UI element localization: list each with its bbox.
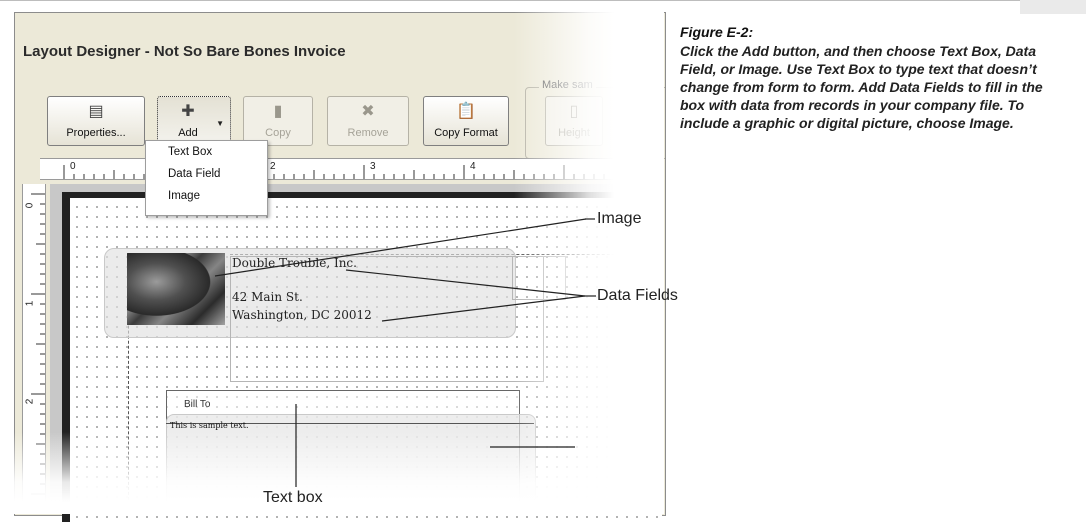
page-border-left	[62, 192, 70, 522]
address-line1-field[interactable]: 42 Main St.	[232, 290, 303, 304]
properties-button[interactable]: ▤ Properties...	[47, 96, 145, 146]
callout-data-fields: Data Fields	[597, 287, 678, 304]
horizontal-ruler: 0 1 2 3 4	[40, 158, 685, 180]
copy-format-button[interactable]: 📋 Copy Format	[423, 96, 509, 146]
callout-text-box: Text box	[263, 489, 323, 506]
bill-to-label[interactable]: Bill To	[184, 399, 211, 410]
height-icon: ▯	[569, 103, 579, 120]
add-button[interactable]: ✚ ▼ Add	[157, 96, 231, 146]
menu-item-data-field[interactable]: Data Field	[168, 168, 220, 180]
ruler-mark-0: 0	[70, 161, 76, 172]
remove-x-icon: ✖	[361, 103, 375, 120]
window-title: Layout Designer - Not So Bare Bones Invo…	[23, 43, 346, 60]
sample-text-box[interactable]: This is sample text.	[170, 421, 249, 430]
copy-icon: ▮	[273, 103, 283, 120]
copy-button[interactable]: ▮ Copy	[243, 96, 313, 146]
remove-button[interactable]: ✖ Remove	[327, 96, 409, 146]
ruler-mark-4: 4	[470, 161, 476, 172]
address-line2-field[interactable]: Washington, DC 20012	[232, 308, 372, 322]
make-same-caption: Make sam	[539, 79, 596, 91]
ruler-mark-2: 2	[270, 161, 276, 172]
properties-icon: ▤	[88, 103, 104, 120]
small-field-box[interactable]	[512, 256, 566, 300]
menu-item-text-box[interactable]: Text Box	[168, 146, 212, 158]
menu-item-image[interactable]: Image	[168, 190, 200, 202]
callout-image: Image	[597, 210, 642, 227]
vruler-mark-1: 1	[24, 300, 36, 307]
company-name-field[interactable]: Double Trouble, Inc.	[232, 256, 357, 270]
figure-caption-title: Figure E-2:	[680, 24, 754, 40]
page-corner-tab	[1020, 0, 1086, 14]
vruler-mark-2: 2	[24, 398, 36, 405]
add-dropdown-menu: Text Box Data Field Image	[145, 140, 268, 216]
vruler-mark-0: 0	[24, 202, 36, 209]
ruler-mark-3: 3	[370, 161, 376, 172]
page-top-rule	[0, 0, 1086, 1]
height-button[interactable]: ▯ Height	[545, 96, 603, 146]
company-logo-image[interactable]	[127, 253, 225, 325]
figure-caption-body: Click the Add button, and then choose Te…	[680, 43, 1043, 131]
vertical-ruler-ticks	[31, 193, 45, 515]
horizontal-ruler-ticks	[63, 165, 685, 179]
vertical-ruler: 0 1 2	[22, 184, 46, 515]
copy-format-icon: 📋	[456, 103, 476, 120]
